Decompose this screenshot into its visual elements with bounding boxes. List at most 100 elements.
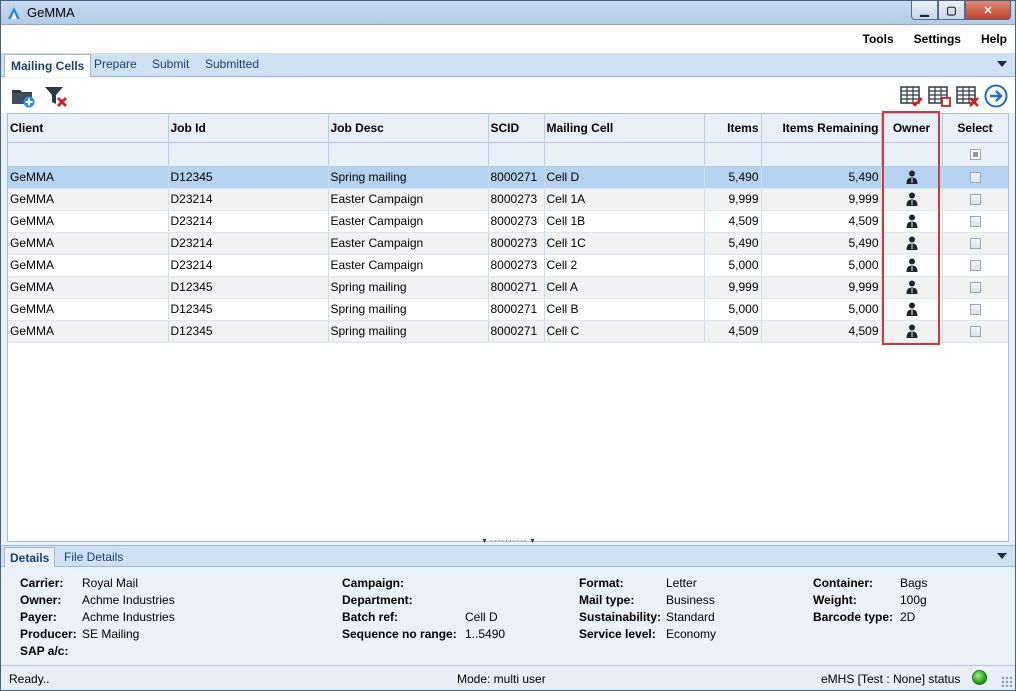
cell-select bbox=[942, 210, 1008, 233]
owner-person-icon[interactable] bbox=[906, 236, 918, 251]
maximize-button[interactable]: ▢ bbox=[938, 1, 965, 20]
maximize-icon: ▢ bbox=[946, 4, 957, 17]
format-value: Letter bbox=[666, 576, 697, 590]
carrier-value: Royal Mail bbox=[82, 576, 139, 590]
producer-value: SE Mailing bbox=[82, 627, 140, 641]
window-title: GeMMA bbox=[27, 5, 75, 20]
cell-items-remaining: 9,999 bbox=[761, 276, 882, 299]
cell-job-id: D12345 bbox=[168, 320, 329, 343]
sequence-value: 1..5490 bbox=[465, 627, 506, 641]
filter-scid[interactable] bbox=[488, 142, 545, 167]
owner-person-icon[interactable] bbox=[906, 214, 918, 229]
filter-items-remaining[interactable] bbox=[761, 142, 882, 167]
weight-label: Weight: bbox=[813, 593, 857, 607]
tab-mailing-cells[interactable]: Mailing Cells bbox=[4, 54, 92, 77]
cell-items-remaining: 4,509 bbox=[761, 210, 882, 233]
sequence-label: Sequence no range: bbox=[342, 627, 457, 641]
column-header-job-id[interactable]: Job Id bbox=[168, 114, 329, 143]
tab-submitted[interactable]: Submitted bbox=[205, 57, 259, 71]
grid-check-icon[interactable] bbox=[900, 84, 924, 108]
table-row[interactable]: GeMMA D23214 Easter Campaign 8000273 Cell 1C… bbox=[8, 232, 1008, 255]
mailing-cells-grid[interactable]: Client Job Id Job Desc SCID Mailing Cell… bbox=[7, 113, 1009, 542]
filter-client[interactable] bbox=[8, 142, 169, 167]
tab-details[interactable]: Details bbox=[4, 547, 56, 568]
tabs-dropdown-arrow-icon[interactable] bbox=[997, 61, 1007, 67]
cell-items: 4,509 bbox=[704, 210, 762, 233]
filter-items[interactable] bbox=[704, 142, 762, 167]
select-all-checkbox[interactable] bbox=[969, 149, 981, 161]
menu-help[interactable]: Help bbox=[981, 32, 1007, 46]
details-dropdown-arrow-icon[interactable] bbox=[997, 553, 1007, 559]
table-row[interactable]: GeMMA D12345 Spring mailing 8000271 Cell D 5,… bbox=[8, 166, 1008, 189]
cell-job-desc: Spring mailing bbox=[328, 166, 489, 189]
row-select-checkbox[interactable] bbox=[969, 282, 981, 294]
mail-type-value: Business bbox=[666, 593, 715, 607]
department-label: Department: bbox=[342, 593, 413, 607]
arrow-right-icon[interactable] bbox=[984, 84, 1008, 108]
resize-grip-icon[interactable] bbox=[1001, 676, 1012, 687]
filter-mailing-cell[interactable] bbox=[544, 142, 705, 167]
owner-person-icon[interactable] bbox=[906, 324, 918, 339]
cell-items-remaining: 4,509 bbox=[761, 320, 882, 343]
owner-person-icon[interactable] bbox=[906, 258, 918, 273]
cell-job-id: D12345 bbox=[168, 276, 329, 299]
column-header-mailing-cell[interactable]: Mailing Cell bbox=[544, 114, 705, 143]
sustainability-value: Standard bbox=[666, 610, 715, 624]
row-select-checkbox[interactable] bbox=[969, 326, 981, 338]
row-select-checkbox[interactable] bbox=[969, 260, 981, 272]
row-select-checkbox[interactable] bbox=[969, 194, 981, 206]
row-select-checkbox[interactable] bbox=[969, 172, 981, 184]
close-button[interactable]: ✕ bbox=[965, 1, 1011, 20]
grid-uncheck-icon[interactable] bbox=[928, 84, 952, 108]
title-bar[interactable]: GeMMA ▁ ▢ ✕ bbox=[1, 1, 1015, 25]
owner-person-icon[interactable] bbox=[906, 170, 918, 185]
row-select-checkbox[interactable] bbox=[969, 216, 981, 228]
tab-file-details[interactable]: File Details bbox=[64, 550, 123, 564]
cell-job-desc: Easter Campaign bbox=[328, 254, 489, 277]
tab-submit[interactable]: Submit bbox=[152, 57, 189, 71]
table-row[interactable]: GeMMA D23214 Easter Campaign 8000273 Cell 1B… bbox=[8, 210, 1008, 233]
status-light-icon bbox=[972, 670, 987, 685]
filter-job-id[interactable] bbox=[168, 142, 329, 167]
owner-person-icon[interactable] bbox=[906, 192, 918, 207]
column-header-client[interactable]: Client bbox=[8, 114, 169, 143]
table-row[interactable]: GeMMA D23214 Easter Campaign 8000273 Cell 25… bbox=[8, 254, 1008, 277]
tab-prepare[interactable]: Prepare bbox=[94, 57, 137, 71]
panel-splitter[interactable]: ▾ ·········· ▾ bbox=[471, 537, 547, 545]
new-folder-icon[interactable] bbox=[10, 83, 36, 109]
batch-ref-label: Batch ref: bbox=[342, 610, 399, 624]
column-header-scid[interactable]: SCID bbox=[488, 114, 545, 143]
row-select-checkbox[interactable] bbox=[969, 238, 981, 250]
column-header-job-desc[interactable]: Job Desc bbox=[328, 114, 489, 143]
row-select-checkbox[interactable] bbox=[969, 304, 981, 316]
column-header-items[interactable]: Items bbox=[704, 114, 762, 143]
toolbar bbox=[1, 78, 1015, 113]
service-level-value: Economy bbox=[666, 627, 717, 641]
column-header-select[interactable]: Select bbox=[942, 114, 1008, 143]
owner-person-icon[interactable] bbox=[906, 280, 918, 295]
cell-select bbox=[942, 320, 1008, 343]
status-text: Ready.. bbox=[9, 672, 50, 686]
column-header-owner[interactable]: Owner bbox=[881, 114, 943, 143]
column-header-items-remaining[interactable]: Items Remaining bbox=[761, 114, 882, 143]
filter-job-desc[interactable] bbox=[328, 142, 489, 167]
cell-owner bbox=[881, 210, 943, 233]
filter-owner[interactable] bbox=[881, 142, 943, 167]
app-logo-icon bbox=[8, 7, 20, 19]
minimize-button[interactable]: ▁ bbox=[911, 1, 938, 20]
owner-person-icon[interactable] bbox=[906, 302, 918, 317]
cell-owner bbox=[881, 254, 943, 277]
table-row[interactable]: GeMMA D12345 Spring mailing 8000271 Cell B 5,… bbox=[8, 298, 1008, 321]
menu-settings[interactable]: Settings bbox=[914, 32, 961, 46]
cell-mailing-cell: Cell A bbox=[544, 276, 705, 299]
menu-tools[interactable]: Tools bbox=[863, 32, 894, 46]
table-row[interactable]: GeMMA D12345 Spring mailing 8000271 Cell C 4,… bbox=[8, 320, 1008, 343]
cell-job-desc: Easter Campaign bbox=[328, 188, 489, 211]
clear-filter-icon[interactable] bbox=[43, 83, 69, 109]
cell-items: 9,999 bbox=[704, 276, 762, 299]
grid-delete-icon[interactable] bbox=[956, 84, 980, 108]
table-row[interactable]: GeMMA D12345 Spring mailing 8000271 Cell A 9,… bbox=[8, 276, 1008, 299]
table-row[interactable]: GeMMA D23214 Easter Campaign 8000273 Cell 1A… bbox=[8, 188, 1008, 211]
cell-job-id: D12345 bbox=[168, 166, 329, 189]
cell-select bbox=[942, 188, 1008, 211]
